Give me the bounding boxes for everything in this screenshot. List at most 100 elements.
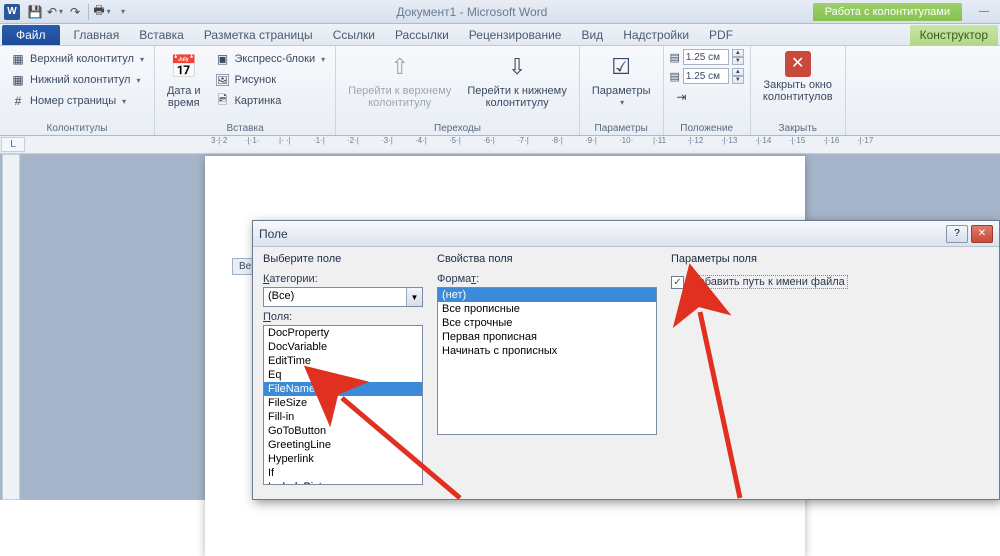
select-field-heading: Выберите поле bbox=[263, 253, 423, 265]
field-properties-heading: Свойства поля bbox=[437, 253, 657, 265]
tab-review[interactable]: Рецензирование bbox=[459, 25, 572, 45]
list-item[interactable]: Все строчные bbox=[438, 316, 656, 330]
tab-pdf[interactable]: PDF bbox=[699, 25, 743, 45]
qat-customize-icon[interactable]: ▾ bbox=[113, 3, 131, 21]
footer-distance-input[interactable]: 1.25 см bbox=[683, 68, 729, 84]
list-item[interactable]: If bbox=[264, 466, 422, 480]
goto-header-icon: ⇧ bbox=[384, 51, 416, 83]
list-item[interactable]: (нет) bbox=[438, 288, 656, 302]
categories-label: Категории: bbox=[263, 273, 423, 285]
group-headers-footers: ▦Верхний колонтитул▾ ▦Нижний колонтитул▾… bbox=[0, 46, 155, 135]
dialog-help-button[interactable]: ? bbox=[946, 225, 968, 243]
tab-selector[interactable]: L bbox=[1, 137, 25, 152]
header-icon: ▦ bbox=[10, 51, 26, 67]
add-path-checkbox[interactable]: ✓ bbox=[671, 276, 684, 289]
categories-value: (Все) bbox=[264, 288, 406, 306]
tab-home[interactable]: Главная bbox=[64, 25, 130, 45]
header-distance-icon: ▤ bbox=[670, 51, 680, 64]
list-item[interactable]: IncludePicture bbox=[264, 480, 422, 485]
print-icon[interactable]: 🖶▾ bbox=[93, 3, 111, 21]
group-close: ✕Закрыть окно колонтитулов Закрыть bbox=[751, 46, 846, 135]
goto-footer-icon: ⇩ bbox=[501, 51, 533, 83]
page-number-button[interactable]: #Номер страницы▾ bbox=[6, 91, 148, 111]
minimize-button[interactable]: — bbox=[972, 5, 996, 19]
group-label: Положение bbox=[670, 122, 744, 134]
list-item[interactable]: FileName bbox=[264, 382, 422, 396]
list-item[interactable]: DocProperty bbox=[264, 326, 422, 340]
field-options-heading: Параметры поля bbox=[671, 253, 989, 265]
close-headerfooter-button[interactable]: ✕Закрыть окно колонтитулов bbox=[757, 49, 839, 105]
footer-button[interactable]: ▦Нижний колонтитул▾ bbox=[6, 70, 148, 90]
chevron-down-icon[interactable]: ▼ bbox=[406, 288, 422, 306]
list-item[interactable]: Все прописные bbox=[438, 302, 656, 316]
group-label: Закрыть bbox=[757, 122, 839, 134]
tab-references[interactable]: Ссылки bbox=[323, 25, 385, 45]
group-label: Вставка bbox=[161, 122, 329, 134]
field-dialog: Поле ? ✕ Выберите поле Категории: (Все) … bbox=[252, 220, 1000, 500]
list-item[interactable]: GoToButton bbox=[264, 424, 422, 438]
list-item[interactable]: Fill-in bbox=[264, 410, 422, 424]
group-navigation: ⇧Перейти к верхнему колонтитулу ⇩Перейти… bbox=[336, 46, 580, 135]
list-item[interactable]: FileSize bbox=[264, 396, 422, 410]
tab-insert[interactable]: Вставка bbox=[129, 25, 194, 45]
dialog-titlebar[interactable]: Поле ? ✕ bbox=[253, 221, 999, 247]
tab-mailings[interactable]: Рассылки bbox=[385, 25, 459, 45]
undo-icon[interactable]: ↶▾ bbox=[46, 3, 64, 21]
options-button[interactable]: ☑Параметры▾ bbox=[586, 49, 657, 110]
picture-icon: 🖼 bbox=[215, 72, 231, 88]
insert-alignment-tab[interactable]: ⇥ bbox=[670, 87, 744, 107]
format-label: Формат: bbox=[437, 273, 657, 285]
header-distance-input[interactable]: 1.25 см bbox=[683, 49, 729, 65]
ruler-row: L 3·|·2·|·1·|· ·|·1·|·2·|·3·|·4·|·5·|·6·… bbox=[0, 136, 1000, 154]
add-path-label: Добавить путь к имени файла bbox=[688, 275, 848, 289]
list-item[interactable]: Hyperlink bbox=[264, 452, 422, 466]
alignment-tab-icon: ⇥ bbox=[674, 89, 690, 105]
header-button[interactable]: ▦Верхний колонтитул▾ bbox=[6, 49, 148, 69]
list-item[interactable]: Eq bbox=[264, 368, 422, 382]
list-item[interactable]: Первая прописная bbox=[438, 330, 656, 344]
document-workspace: Вер Поле ? ✕ Выберите поле Категории: (В… bbox=[0, 154, 1000, 500]
vertical-ruler[interactable] bbox=[2, 154, 20, 500]
horizontal-ruler[interactable]: 3·|·2·|·1·|· ·|·1·|·2·|·3·|·4·|·5·|·6·|·… bbox=[26, 136, 1000, 153]
tab-design-contextual[interactable]: Конструктор bbox=[910, 25, 998, 45]
list-item[interactable]: GreetingLine bbox=[264, 438, 422, 452]
group-label: Переходы bbox=[342, 122, 573, 134]
footer-from-bottom: ▤ 1.25 см ▲▼ bbox=[670, 68, 744, 84]
calendar-icon: 📅 bbox=[168, 51, 200, 83]
quickparts-button[interactable]: ▣Экспресс-блоки▾ bbox=[211, 49, 330, 69]
categories-combo[interactable]: (Все) ▼ bbox=[263, 287, 423, 307]
options-icon: ☑ bbox=[605, 51, 637, 83]
tab-file[interactable]: Файл bbox=[2, 25, 60, 45]
window-title: Документ1 - Microsoft Word bbox=[131, 5, 813, 19]
tab-addins[interactable]: Надстройки bbox=[613, 25, 699, 45]
list-item[interactable]: DocVariable bbox=[264, 340, 422, 354]
quickparts-icon: ▣ bbox=[215, 51, 231, 67]
tab-view[interactable]: Вид bbox=[571, 25, 613, 45]
spin-down[interactable]: ▼ bbox=[732, 76, 744, 84]
tab-pagelayout[interactable]: Разметка страницы bbox=[194, 25, 323, 45]
picture-button[interactable]: 🖼Рисунок bbox=[211, 70, 330, 90]
clipart-button[interactable]: 🖻Картинка bbox=[211, 91, 330, 111]
spin-up[interactable]: ▲ bbox=[732, 49, 744, 57]
contextual-tab-title: Работа с колонтитулами bbox=[813, 3, 962, 21]
goto-header-button[interactable]: ⇧Перейти к верхнему колонтитулу bbox=[342, 49, 457, 111]
word-app-icon: W bbox=[4, 4, 20, 20]
redo-icon[interactable]: ↷ bbox=[66, 3, 84, 21]
spin-down[interactable]: ▼ bbox=[732, 57, 744, 65]
title-bar: W 💾 ↶▾ ↷ 🖶▾ ▾ Документ1 - Microsoft Word… bbox=[0, 0, 1000, 24]
datetime-button[interactable]: 📅Дата и время bbox=[161, 49, 207, 111]
header-from-top: ▤ 1.25 см ▲▼ bbox=[670, 49, 744, 65]
save-icon[interactable]: 💾 bbox=[26, 3, 44, 21]
group-label: Параметры bbox=[586, 122, 657, 134]
format-listbox[interactable]: (нет)Все прописныеВсе строчныеПервая про… bbox=[437, 287, 657, 435]
list-item[interactable]: EditTime bbox=[264, 354, 422, 368]
group-label: Колонтитулы bbox=[6, 122, 148, 134]
fields-listbox[interactable]: DocPropertyDocVariableEditTimeEqFileName… bbox=[263, 325, 423, 485]
goto-footer-button[interactable]: ⇩Перейти к нижнему колонтитулу bbox=[461, 49, 572, 111]
group-options: ☑Параметры▾ Параметры bbox=[580, 46, 664, 135]
fields-label: Поля: bbox=[263, 311, 423, 323]
list-item[interactable]: Начинать с прописных bbox=[438, 344, 656, 358]
spin-up[interactable]: ▲ bbox=[732, 68, 744, 76]
dialog-close-button[interactable]: ✕ bbox=[971, 225, 993, 243]
group-insert: 📅Дата и время ▣Экспресс-блоки▾ 🖼Рисунок … bbox=[155, 46, 336, 135]
